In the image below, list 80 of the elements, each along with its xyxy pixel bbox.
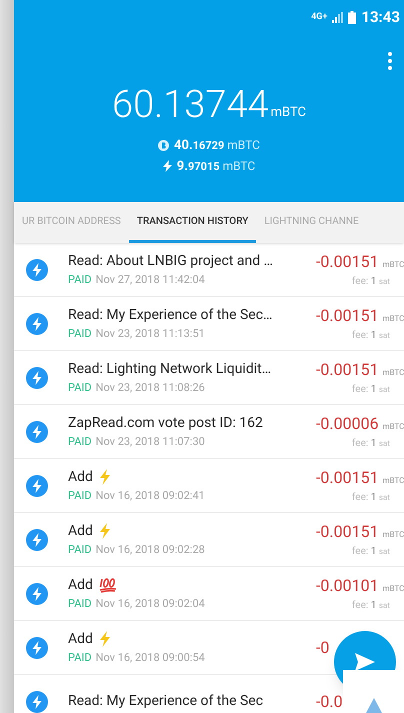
status-label: PAID	[68, 650, 92, 666]
battery-icon	[348, 10, 356, 24]
transaction-date: Nov 16, 2018 09:02:04	[96, 596, 205, 612]
fee-label: fee: 1 sat	[352, 329, 390, 343]
lightning-icon	[162, 160, 172, 172]
transaction-amount: -0.00151	[316, 359, 379, 381]
transaction-date: Nov 23, 2018 11:07:30	[96, 434, 205, 450]
transaction-amount: -0.00151	[316, 305, 379, 327]
transaction-amount: -0.00151	[316, 251, 379, 273]
amount-unit: mBTC	[382, 259, 404, 271]
transaction-amount: -0.00006	[316, 413, 379, 435]
clock: 13:43	[361, 6, 400, 28]
total-balance: 60.13744	[112, 86, 269, 124]
lightning-balance: 9.97015 mBTC	[176, 158, 256, 176]
transaction-date: Nov 16, 2018 09:02:41	[96, 488, 205, 504]
lightning-icon	[26, 366, 48, 388]
lightning-icon	[26, 258, 48, 280]
lightning-emoji-icon	[98, 631, 111, 648]
transaction-amount: -0	[316, 636, 330, 658]
transaction-title: Read: My Experience of the Sec…	[68, 306, 272, 325]
status-label: PAID	[68, 596, 92, 612]
lightning-icon	[26, 474, 48, 496]
transaction-title: Add	[68, 630, 93, 649]
amount-unit: mBTC	[382, 529, 404, 541]
amount-unit: mBTC	[382, 421, 404, 433]
fee-label: fee: 1 sat	[352, 383, 390, 397]
amount-unit: mBTC	[382, 475, 404, 487]
lightning-emoji-icon	[98, 523, 111, 540]
bitcoin-icon	[158, 140, 170, 152]
fee-label: fee: 1 sat	[352, 491, 390, 505]
transaction-row[interactable]: Read: Lighting Network Liquidit… PAID Nov 23, 2018 11:08:26 -0.00151 mBTC fee: 1 sat	[14, 351, 404, 405]
transaction-row[interactable]: Read: About LNBIG project and … PAID Nov 27, 2018 11:42:04 -0.00151 mBTC fee: 1 sat	[14, 243, 404, 297]
triangle-icon	[366, 698, 382, 713]
tab[interactable]: TRANSACTION HISTORY	[128, 202, 256, 243]
onchain-balance: 40.16729 mBTC	[174, 137, 260, 155]
transaction-row[interactable]: Add PAID Nov 16, 2018 09:02:28 -0.00151 mBTC fee: 1 sat	[14, 513, 404, 567]
lightning-icon	[26, 582, 48, 604]
transaction-title: Read: Lighting Network Liquidit…	[68, 360, 272, 379]
transaction-date: Nov 16, 2018 09:02:28	[96, 542, 205, 558]
transaction-title: Read: My Experience of the Sec	[68, 692, 264, 711]
status-label: PAID	[68, 380, 92, 396]
hundred-points-icon	[98, 577, 117, 594]
transaction-row[interactable]: ZapRead.com vote post ID: 162 PAID Nov 23, 2018 11:07:30 -0.00006 mBTC fee: 1 sat	[14, 405, 404, 459]
fee-label: fee: 1 sat	[352, 599, 390, 613]
transaction-row[interactable]: Add PAID Nov 16, 2018 09:02:41 -0.00151 mBTC fee: 1 sat	[14, 459, 404, 513]
fee-label: fee: 1 sat	[352, 437, 390, 451]
status-label: PAID	[68, 272, 92, 288]
lightning-emoji-icon	[98, 469, 111, 486]
transaction-title: Add	[68, 522, 93, 541]
transaction-row[interactable]: Add PAID Nov 16, 2018 09:02:04 -0.00101 mBTC fee: 1 sat	[14, 567, 404, 621]
amount-unit: mBTC	[382, 313, 404, 325]
transaction-date: Nov 23, 2018 11:13:51	[96, 326, 205, 342]
status-label: PAID	[68, 488, 92, 504]
status-label: PAID	[68, 542, 92, 558]
transaction-amount: -0.00151	[316, 467, 379, 489]
network-label: 4G+	[311, 12, 328, 22]
fee-label: fee: 1 sat	[352, 275, 390, 289]
transaction-date: Nov 16, 2018 09:00:54	[96, 650, 205, 666]
fee-label: fee: 1 sat	[352, 545, 390, 559]
transaction-amount: -0.00101	[316, 575, 379, 597]
balance-unit: mBTC	[270, 104, 306, 122]
status-label: PAID	[68, 326, 92, 342]
transaction-amount: -0.00151	[316, 521, 379, 543]
menu-button[interactable]	[386, 50, 394, 72]
transaction-title: Add	[68, 468, 93, 487]
signal-icon	[332, 12, 344, 22]
lightning-icon	[26, 528, 48, 550]
lightning-icon	[26, 312, 48, 334]
transaction-title: Add	[68, 576, 93, 595]
transaction-title: ZapRead.com vote post ID: 162	[68, 414, 263, 433]
lightning-icon	[26, 420, 48, 442]
lightning-icon	[26, 636, 48, 658]
transaction-amount: -0.0	[316, 690, 343, 712]
status-label: PAID	[68, 434, 92, 450]
transaction-date: Nov 27, 2018 11:42:04	[96, 272, 205, 288]
amount-unit: mBTC	[382, 583, 404, 595]
amount-unit: mBTC	[382, 367, 404, 379]
transaction-row[interactable]: Read: My Experience of the Sec… PAID Nov 23, 2018 11:13:51 -0.00151 mBTC fee: 1 sat	[14, 297, 404, 351]
transaction-date: Nov 23, 2018 11:08:26	[96, 380, 205, 396]
transaction-title: Read: About LNBIG project and …	[68, 252, 273, 271]
